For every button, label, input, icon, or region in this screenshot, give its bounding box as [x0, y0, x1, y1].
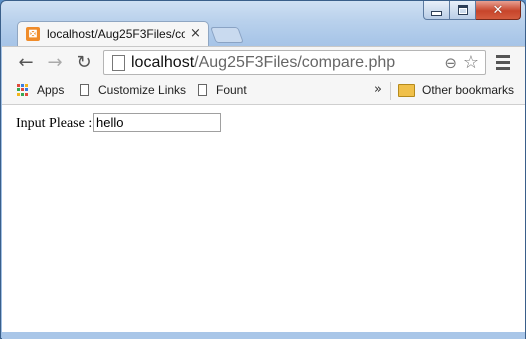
- window-frame-bottom: [2, 332, 525, 339]
- minimize-button[interactable]: [423, 1, 450, 20]
- xampp-icon: ⊠: [26, 27, 40, 41]
- maximize-button[interactable]: [450, 1, 476, 20]
- back-icon[interactable]: ←: [16, 53, 36, 73]
- minimize-icon: [431, 10, 442, 16]
- bookmark-customize-links[interactable]: Customize Links: [80, 83, 186, 97]
- close-icon: ✕: [492, 2, 504, 18]
- bookmark-label: Fount: [216, 83, 247, 97]
- other-bookmarks[interactable]: Other bookmarks: [398, 83, 514, 97]
- divider: [390, 82, 391, 100]
- reload-icon[interactable]: ↻: [74, 53, 94, 73]
- url-host: localhost: [131, 54, 195, 71]
- page-icon: [112, 55, 125, 71]
- bookmark-label: Customize Links: [98, 83, 187, 97]
- address-bar[interactable]: localhost/Aug25F3Files/compare.php ⊖ ☆: [103, 50, 486, 75]
- tab-close-icon[interactable]: ×: [190, 26, 201, 41]
- folder-icon: [398, 83, 415, 97]
- browser-window: ✕ ⊠ localhost/Aug25F3Files/co × ← → ↻ lo…: [0, 0, 526, 339]
- browser-tab[interactable]: ⊠ localhost/Aug25F3Files/co ×: [17, 21, 209, 47]
- text-input[interactable]: [93, 113, 221, 132]
- bookmarks-bar: Apps Customize Links Fount » Other bookm…: [2, 78, 525, 105]
- page-icon: [80, 84, 89, 96]
- page-icon: [198, 84, 207, 96]
- navigation-toolbar: ← → ↻ localhost/Aug25F3Files/compare.php…: [2, 46, 525, 79]
- bookmark-fount[interactable]: Fount: [198, 83, 247, 97]
- input-label: Input Please :: [16, 116, 93, 131]
- menu-icon[interactable]: [496, 55, 510, 73]
- bookmark-label: Apps: [37, 83, 65, 97]
- page-content: Input Please :: [2, 105, 525, 332]
- url-path: /Aug25F3Files/compare.php: [194, 54, 396, 71]
- url-text[interactable]: localhost/Aug25F3Files/compare.php: [131, 54, 395, 72]
- bookmark-star-icon[interactable]: ☆: [463, 52, 479, 73]
- tab-title: localhost/Aug25F3Files/co: [47, 27, 185, 41]
- new-tab-button[interactable]: [210, 27, 244, 43]
- window-controls: ✕: [423, 1, 521, 21]
- apps-grid-icon: [17, 84, 29, 96]
- close-window-button[interactable]: ✕: [476, 1, 521, 20]
- bookmark-apps[interactable]: Apps: [17, 83, 64, 97]
- other-bookmarks-label: Other bookmarks: [422, 83, 515, 97]
- bookmarks-overflow-chevron-icon[interactable]: »: [374, 82, 382, 97]
- forward-icon[interactable]: →: [45, 53, 65, 73]
- zoom-icon[interactable]: ⊖: [444, 54, 457, 72]
- maximize-icon: [457, 5, 468, 15]
